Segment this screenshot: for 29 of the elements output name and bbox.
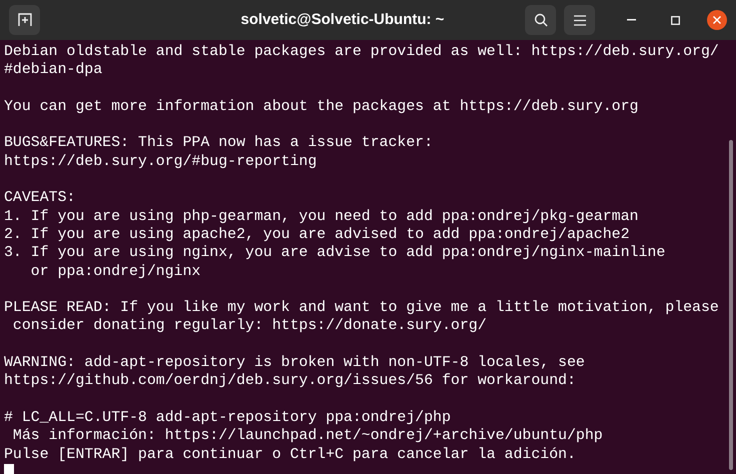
close-button[interactable]	[707, 10, 727, 30]
window-title: solvetic@Solvetic-Ubuntu: ~	[240, 10, 446, 30]
search-icon	[534, 13, 548, 27]
terminal-line: BUGS&FEATURES: This PPA now has a issue tracker:	[4, 134, 434, 153]
close-icon	[713, 16, 721, 24]
maximize-icon	[670, 16, 680, 24]
terminal-line: CAVEATS:	[4, 189, 76, 208]
terminal-line: You can get more information about the packages at https://deb.sury.org	[4, 98, 640, 116]
menu-icon	[574, 14, 586, 26]
terminal-line: Pulse [ENTRAR] para continuar o Ctrl+C para cancelar la adición.	[4, 446, 577, 464]
new-tab-icon	[18, 13, 32, 27]
terminal-line: 1. If you are using php-gearman, you need to add ppa:ondrej/pkg-gearman	[4, 208, 640, 226]
terminal-line: https://deb.sury.org/#bug-reporting	[4, 152, 318, 172]
terminal-line: Debian oldstable and stable packages are provided as well: https://deb.sury.org/	[4, 43, 720, 62]
minimize-icon	[626, 19, 636, 21]
terminal-line: # LC_ALL=C.UTF-8 add-apt-repository ppa:ondrej/php	[4, 408, 452, 428]
terminal-line: https://github.com/oerdnj/deb.sury.org/issues/56 for workaround:	[4, 372, 577, 391]
terminal-line: consider donating regularly: https://donate.sury.org/	[12, 317, 488, 336]
terminal-line: Más información: https://launchpad.net/~ondrej/+archive/ubuntu/php	[12, 427, 604, 446]
terminal-line: 2. If you are using apache2, you are advised to add ppa:ondrej/apache2	[4, 226, 631, 244]
scrollbar-thumb[interactable]	[729, 140, 733, 470]
terminal-line: or ppa:ondrej/nginx	[30, 262, 202, 281]
search-button[interactable]	[525, 5, 556, 35]
new-tab-button[interactable]	[9, 5, 40, 35]
terminal-line: WARNING: add-apt-repository is broken with non-UTF-8 locales, see	[4, 354, 586, 372]
terminal-line: 3. If you are using nginx, you are advise to add ppa:ondrej/nginx-mainline	[4, 244, 666, 263]
menu-button[interactable]	[564, 5, 595, 35]
terminal-line: #debian-dpa	[4, 61, 104, 80]
terminal-line: PLEASE READ: If you like my work and want to give me a little motivation, please	[4, 299, 720, 318]
